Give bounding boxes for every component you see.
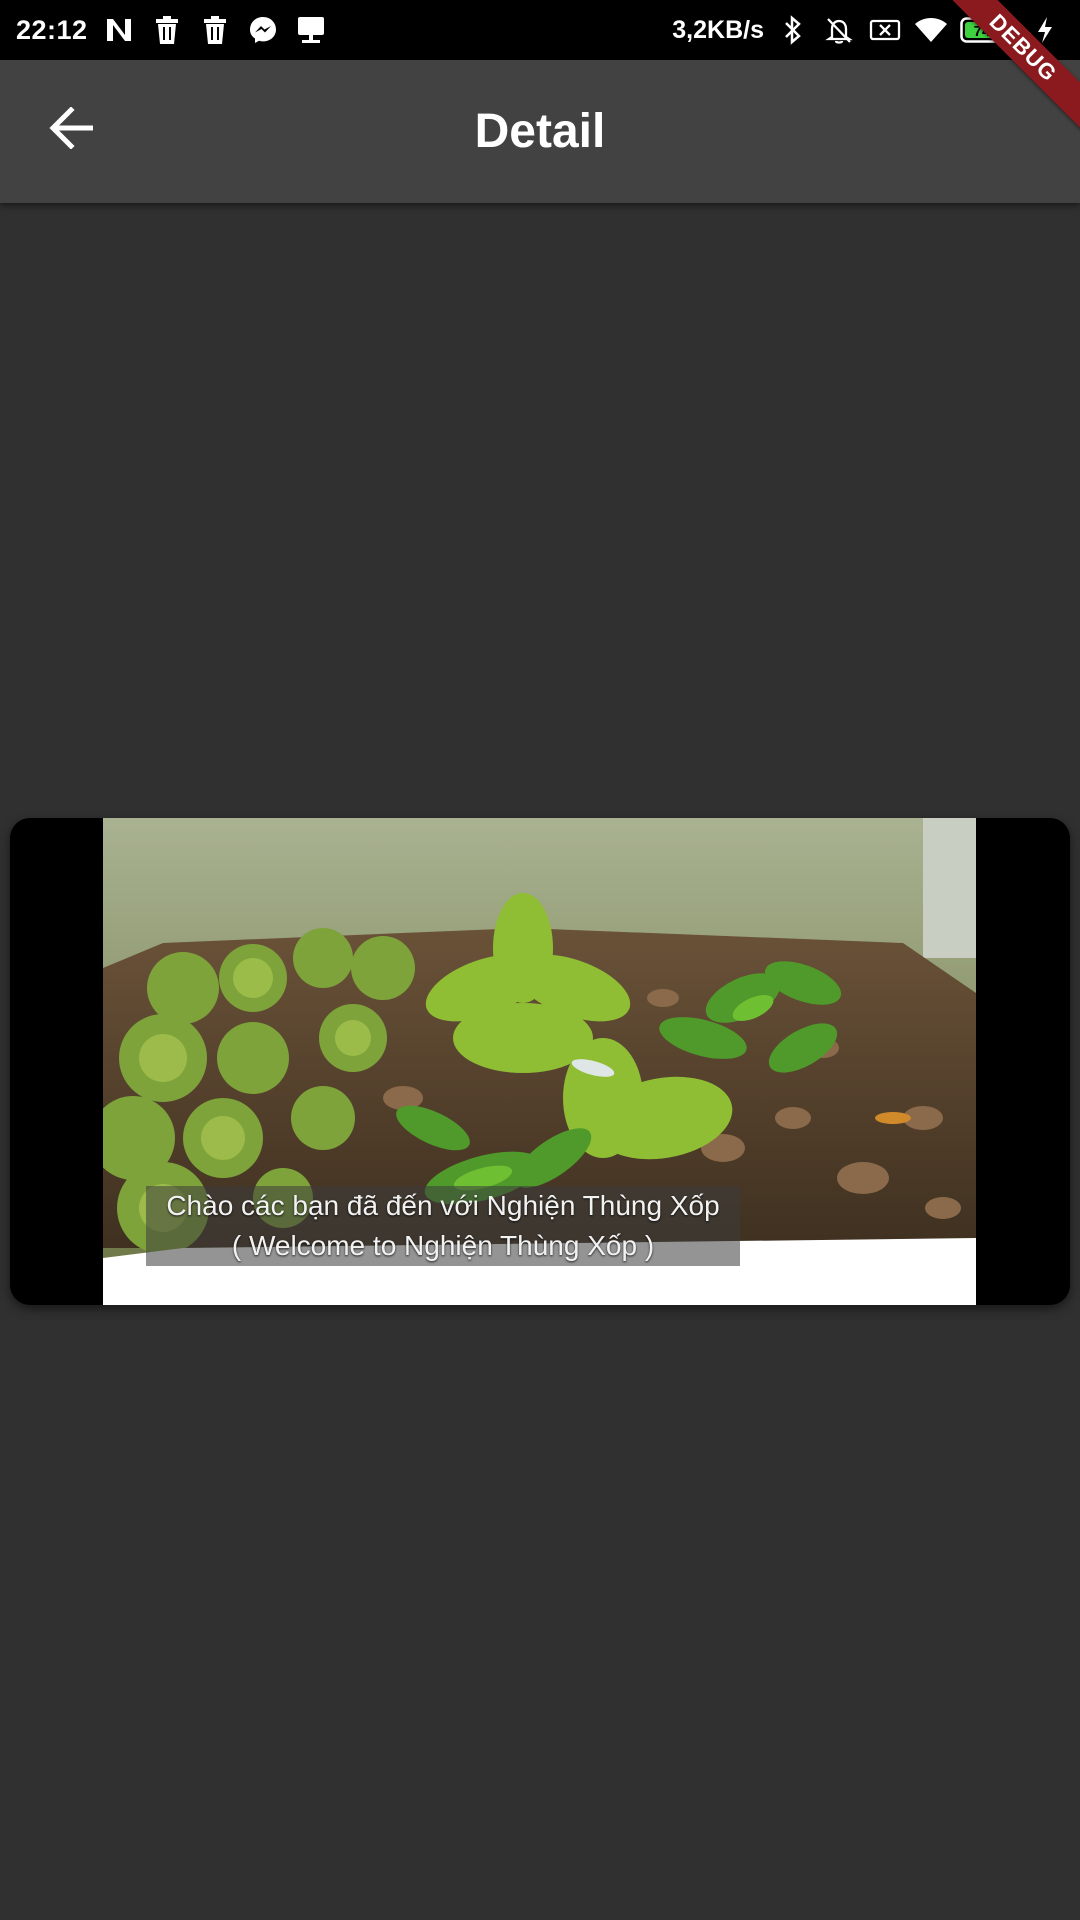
n-app-icon — [102, 13, 136, 47]
subtitle-line-1: Chào các bạn đã đến với Nghiện Thùng Xốp — [166, 1190, 720, 1221]
wifi-icon — [914, 13, 948, 47]
battery-level: 74 — [974, 23, 991, 40]
page-title: Detail — [474, 105, 606, 158]
status-left: 22:12 — [16, 0, 328, 60]
subtitle-line-2: ( Welcome to Nghiện Thùng Xốp ) — [231, 1230, 655, 1261]
charging-icon — [1028, 13, 1062, 47]
trash-icon — [150, 13, 184, 47]
video-player[interactable]: Chào các bạn đã đến với Nghiện Thùng Xốp… — [10, 818, 1070, 1305]
bluetooth-icon — [776, 13, 810, 47]
status-right: 3,2KB/s 74 — [672, 0, 1062, 60]
messenger-icon — [246, 13, 280, 47]
net-speed: 3,2KB/s — [672, 15, 764, 44]
app-bar: Detail — [0, 60, 1080, 203]
bell-off-icon — [822, 13, 856, 47]
tray-icon — [294, 13, 328, 47]
battery-icon: 74 — [960, 17, 1016, 43]
trash-icon — [198, 13, 232, 47]
sim-off-icon — [868, 13, 902, 47]
video-subtitle: Chào các bạn đã đến với Nghiện Thùng Xốp… — [146, 1186, 740, 1266]
status-bar: 22:12 3,2KB/s 74 — [0, 0, 1080, 60]
status-time: 22:12 — [16, 14, 88, 45]
